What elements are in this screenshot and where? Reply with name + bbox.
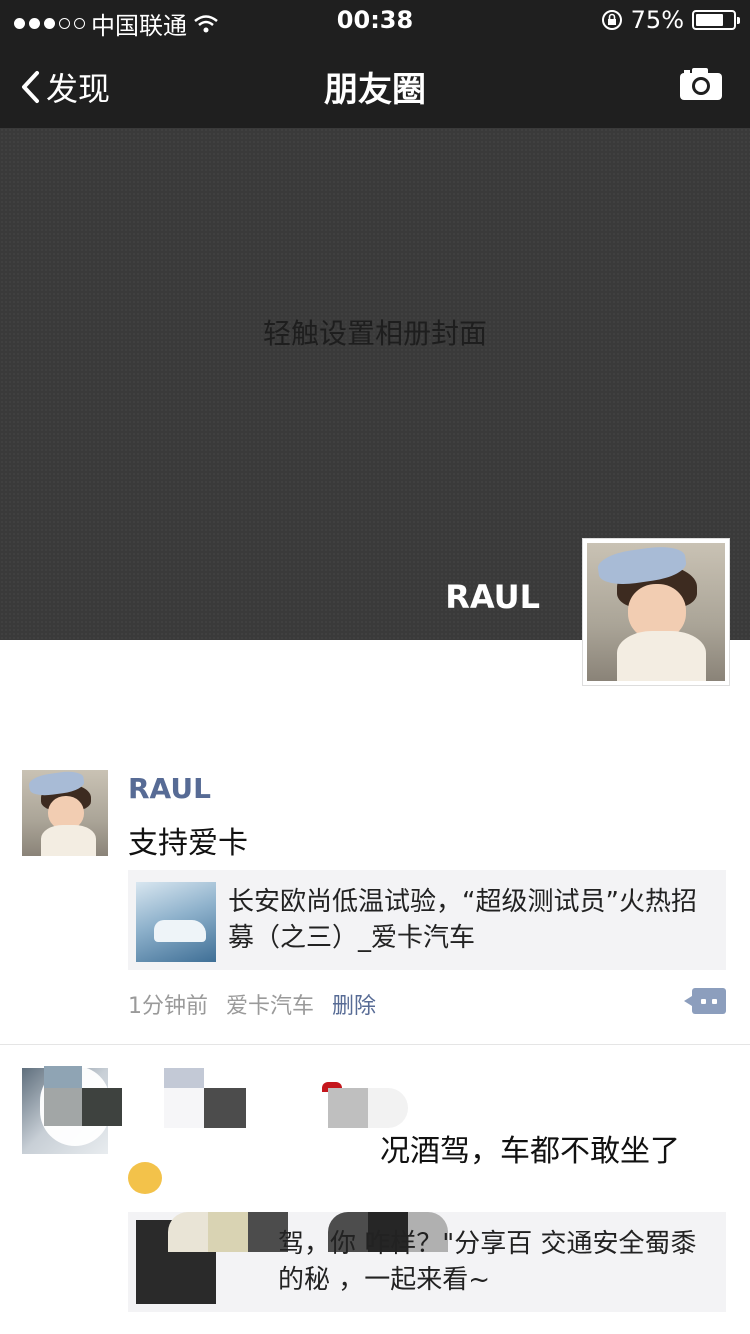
top-bar: 中国联通 00:38 75% 发现 朋友圈 (0, 0, 750, 128)
battery-fill (696, 14, 723, 26)
post-source[interactable]: 爱卡汽车 (226, 988, 314, 1020)
redaction-mosaic (368, 1088, 408, 1128)
redaction-mosaic (44, 1088, 82, 1126)
redaction-mosaic (164, 1068, 204, 1088)
post-avatar[interactable] (22, 770, 108, 856)
chevron-left-icon (22, 71, 39, 103)
redaction-mosaic (44, 1066, 82, 1090)
redaction-mosaic (164, 1088, 204, 1128)
feed-post: 况酒驾，车都不敢坐了 驾，你 咋样？"分享百 交通安全蜀黍 的秘 ，一起来看~ (0, 1066, 750, 1334)
post-text: 况酒驾，车都不敢坐了 (380, 1134, 680, 1169)
shared-link-card[interactable]: 长安欧尚低温试验，“超级测试员”火热招募（之三）_爱卡汽车 (128, 870, 726, 970)
feed-post: RAUL 支持爱卡 长安欧尚低温试验，“超级测试员”火热招募（之三）_爱卡汽车 … (0, 768, 750, 1045)
cover-hint[interactable]: 轻触设置相册封面 (0, 312, 750, 352)
post-text: 支持爱卡 (128, 826, 248, 861)
delete-button[interactable]: 删除 (332, 988, 376, 1020)
link-title: 长安欧尚低温试验，“超级测试员”火热招募（之三）_爱卡汽车 (228, 887, 697, 953)
camera-icon[interactable] (678, 66, 724, 102)
page-title: 朋友圈 (324, 70, 426, 110)
post-author[interactable]: RAUL (128, 772, 211, 805)
post-meta: 1分钟前 爱卡汽车 删除 (128, 988, 376, 1020)
battery-icon (692, 10, 740, 30)
redaction-mosaic (168, 1212, 208, 1252)
redaction-mosaic (208, 1212, 248, 1252)
avatar-image (587, 543, 725, 681)
profile-avatar[interactable] (582, 538, 730, 686)
cover-user-name: RAUL (445, 578, 540, 616)
redaction-mosaic (82, 1088, 122, 1126)
shared-link-card[interactable]: 驾，你 咋样？"分享百 交通安全蜀黍 的秘 ，一起来看~ (128, 1212, 726, 1312)
comment-icon[interactable] (684, 988, 726, 1014)
back-label: 发现 (46, 70, 111, 108)
link-title: 驾，你 咋样？"分享百 交通安全蜀黍 的秘 ，一起来看~ (278, 1229, 697, 1295)
emoji-icon (128, 1162, 162, 1194)
status-bar: 中国联通 00:38 75% (0, 0, 750, 40)
battery-percent: 75% (630, 6, 684, 34)
post-time: 1分钟前 (128, 994, 208, 1019)
redaction-mosaic (204, 1088, 246, 1128)
link-thumbnail (136, 882, 216, 962)
redaction-mosaic (328, 1088, 368, 1128)
back-button[interactable]: 发现 (20, 64, 110, 110)
status-right: 75% (601, 6, 740, 34)
rotation-lock-icon (601, 10, 622, 30)
